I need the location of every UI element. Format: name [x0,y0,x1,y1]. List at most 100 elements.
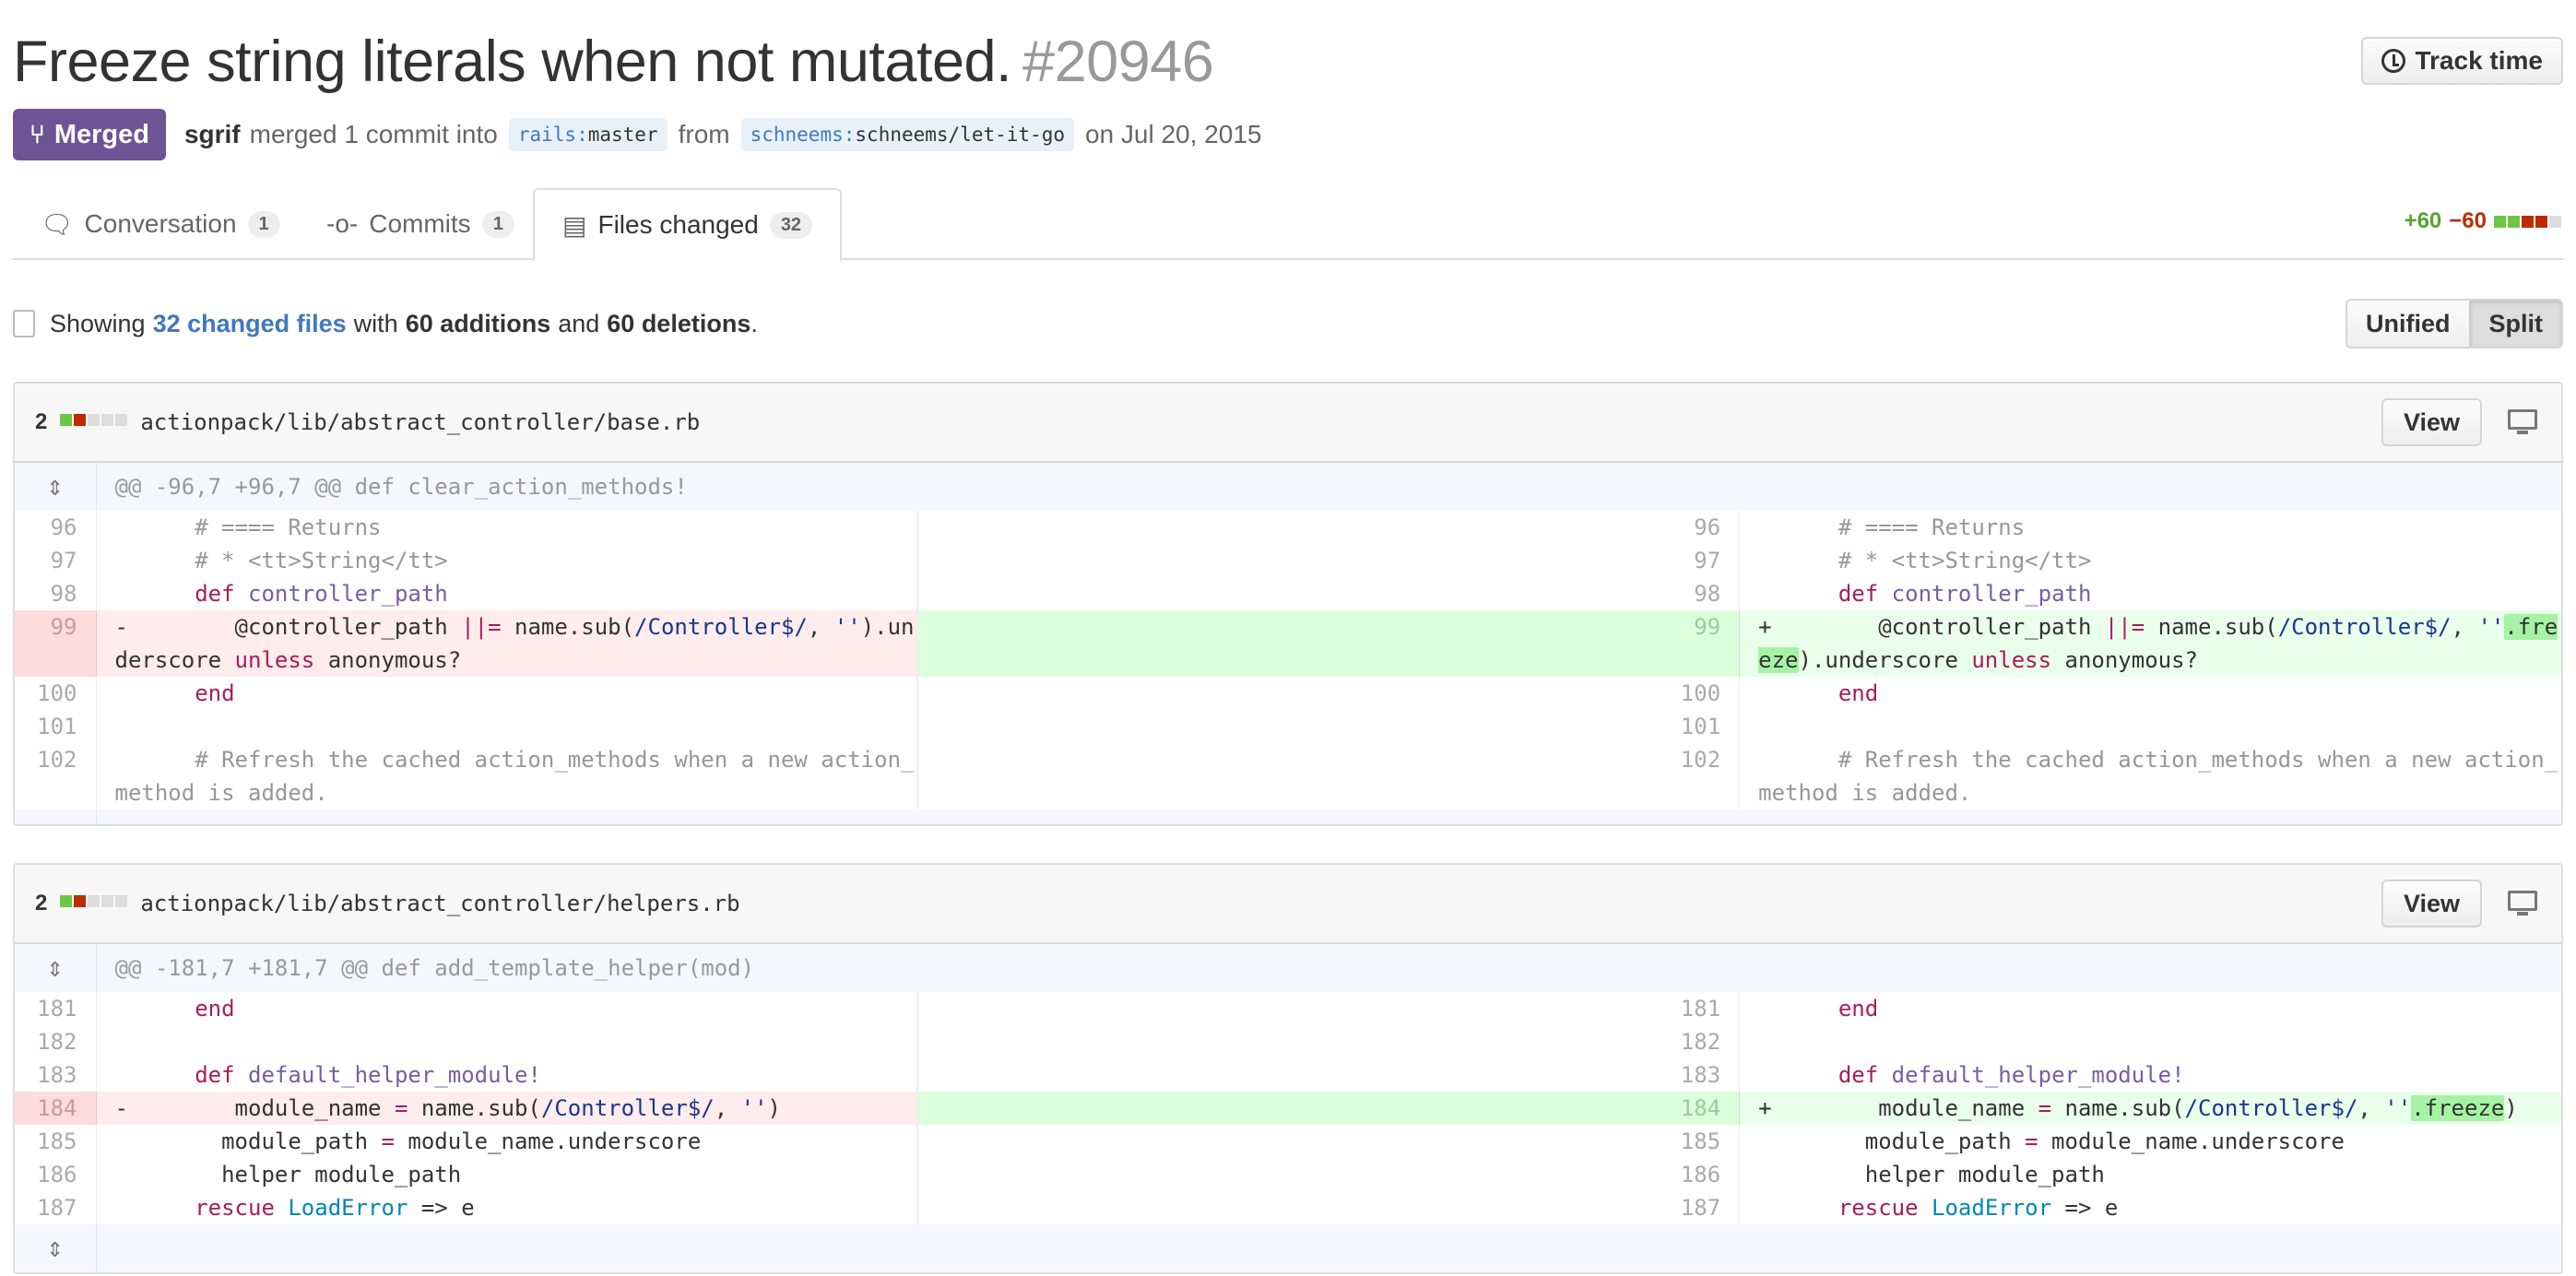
expand-icon[interactable]: ⇕ [15,944,97,992]
line-number[interactable]: 187 [917,1191,1741,1224]
desktop-icon[interactable] [2508,891,2537,916]
hunk-header: ⇕ @@ -181,7 +181,7 @@ def add_template_he… [15,944,2561,992]
summary-prefix: Showing [50,309,146,337]
code-line: # ==== Returns [96,511,919,544]
code-line: # * <tt>String</tt> [96,544,919,577]
diff-icon: ▤ [562,210,587,240]
diff-row-changed: 184- module_name = name.sub(/Controller$… [15,1092,2561,1125]
line-number[interactable]: 186 [15,1158,97,1191]
diffstat-bar [2494,208,2563,234]
unified-button[interactable]: Unified [2347,301,2469,347]
file-path[interactable]: actionpack/lib/abstract_controller/helpe… [140,891,739,916]
hunk-header: ⇕ @@ -96,7 +96,7 @@ def clear_action_meth… [15,463,2561,511]
pr-tabs: 🗨 Conversation 1 -o- Commits 1 ▤ Files change… [13,188,2563,262]
diff-row: 98 def controller_path 98 def controller_… [15,577,2561,610]
expand-row: ⇕ [15,1224,2561,1272]
line-number[interactable]: 183 [917,1058,1741,1092]
line-number[interactable]: 100 [15,677,97,710]
line-number[interactable]: 102 [917,743,1741,809]
action-text: merged 1 commit into [249,120,498,148]
merge-icon: ⑂ [30,120,45,148]
expand-icon[interactable]: ⇕ [15,463,97,511]
tab-label: Conversation [84,209,237,238]
pr-title: Freeze string literals when not mutated.… [13,26,2563,98]
track-time-button[interactable]: Track time [2361,37,2563,85]
deleted-line: - @controller_path ||= name.sub(/Control… [96,610,919,677]
code-line: end [1837,680,1879,706]
line-number[interactable]: 97 [15,544,97,577]
base-repo: rails [517,124,577,146]
head-branch-ref[interactable]: schneems:schneems/let-it-go [740,118,1074,151]
tab-commits[interactable]: -o- Commits 1 [299,188,542,260]
line-number[interactable]: 96 [15,511,97,544]
head-branch: schneems/let-it-go [855,124,1065,146]
code-line: end [96,677,919,710]
line-number[interactable]: 96 [917,511,1741,544]
code-line: # * <tt>String</tt> [1837,548,2092,573]
line-number[interactable]: 183 [15,1058,97,1092]
line-number[interactable]: 98 [917,577,1741,610]
split-button[interactable]: Split [2468,301,2561,347]
code-line: module_path = module_name.underscore [96,1125,919,1158]
line-number[interactable]: 182 [917,1025,1741,1058]
from-text: from [678,120,730,148]
line-number[interactable]: 187 [15,1191,97,1224]
file-header: 2 actionpack/lib/abstract_controller/hel… [15,865,2561,944]
merge-date: on Jul 20, 2015 [1084,120,1262,148]
code-line: end [96,992,919,1025]
tab-count: 32 [769,211,813,239]
view-file-button[interactable]: View [2381,398,2482,446]
expand-icon[interactable]: ⇕ [15,809,97,824]
line-number[interactable]: 100 [917,677,1741,710]
view-file-button[interactable]: View [2381,880,2482,927]
tab-label: Files changed [597,210,759,239]
line-number[interactable]: 97 [917,544,1741,577]
code-line [96,710,919,743]
tab-files-changed[interactable]: ▤ Files changed 32 [533,188,843,262]
line-number[interactable]: 182 [15,1025,97,1058]
expand-icon[interactable]: ⇕ [15,1224,97,1272]
diff-row: 102 # Refresh the cached action_methods … [15,743,2561,809]
line-number[interactable]: 181 [917,992,1741,1025]
file-header: 2 actionpack/lib/abstract_controller/bas… [15,384,2561,463]
author-link[interactable]: sgrif [184,120,241,149]
line-number[interactable]: 98 [15,577,97,610]
diff-row: 187 rescue LoadError => e 187 rescue Load… [15,1191,2561,1224]
line-number[interactable]: 186 [917,1158,1741,1191]
code-line: rescue LoadError => e [96,1191,919,1224]
line-number[interactable]: 181 [15,992,97,1025]
changed-files-link[interactable]: 32 changed files [153,310,347,338]
line-number[interactable]: 185 [917,1125,1741,1158]
code-line [1740,710,2561,743]
code-line [96,1025,919,1058]
expand-row: ⇕ [15,809,2561,824]
diffstat-additions: +60 [2404,208,2442,233]
line-number[interactable]: 101 [15,710,97,743]
added-line: + module_name = name.sub(/Controller$/, … [1739,1092,2561,1125]
tab-conversation[interactable]: 🗨 Conversation 1 [13,188,308,260]
status-label: Merged [53,119,149,149]
line-number[interactable]: 99 [917,610,1741,677]
diffstat: +60 −60 [2405,208,2563,234]
line-number[interactable]: 184 [15,1092,97,1125]
line-number[interactable]: 101 [917,710,1741,743]
line-number[interactable]: 185 [15,1125,97,1158]
file-path[interactable]: actionpack/lib/abstract_controller/base.… [140,409,700,435]
head-repo: schneems [750,124,844,146]
split-diff-table: ⇕ @@ -181,7 +181,7 @@ def add_template_he… [15,944,2561,1272]
line-number[interactable]: 102 [15,743,97,809]
desktop-icon[interactable] [2508,409,2537,434]
tab-label: Commits [369,209,471,238]
line-number[interactable]: 99 [15,610,97,677]
pr-title-text: Freeze string literals when not mutated. [13,30,1012,94]
comment-icon: 🗨 [41,209,74,239]
diff-row: 183 def default_helper_module! 183 def de… [15,1058,2561,1092]
base-branch-ref[interactable]: rails:master [508,118,668,151]
diff-row: 182 182 [15,1025,2561,1058]
code-line: helper module_path [96,1158,919,1191]
commit-icon: -o- [326,209,359,238]
diff-row-changed: 99- @controller_path ||= name.sub(/Contr… [15,610,2561,677]
deleted-line: - module_name = name.sub(/Controller$/, … [96,1092,919,1125]
code-line: def controller_path [96,577,919,610]
line-number[interactable]: 184 [917,1092,1741,1125]
